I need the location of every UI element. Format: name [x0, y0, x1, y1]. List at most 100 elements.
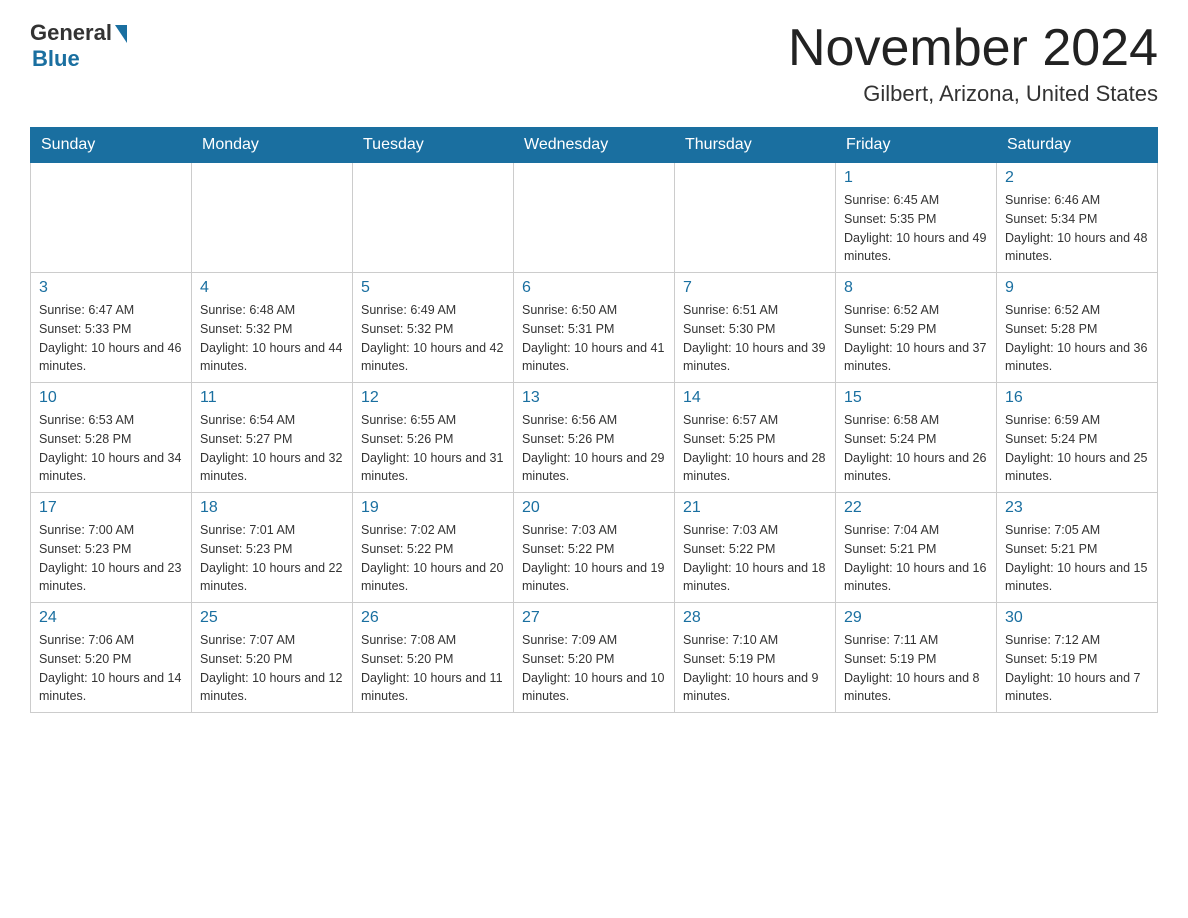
- day-info: Sunrise: 7:00 AM Sunset: 5:23 PM Dayligh…: [39, 521, 183, 596]
- day-number: 15: [844, 389, 988, 407]
- day-number: 14: [683, 389, 827, 407]
- calendar-cell: [31, 163, 192, 273]
- calendar-cell: 20 Sunrise: 7:03 AM Sunset: 5:22 PM Dayli…: [514, 493, 675, 603]
- calendar-cell: 11 Sunrise: 6:54 AM Sunset: 5:27 PM Dayli…: [192, 383, 353, 493]
- day-number: 30: [1005, 609, 1149, 627]
- calendar-day-header: Thursday: [675, 128, 836, 163]
- calendar-cell: 26 Sunrise: 7:08 AM Sunset: 5:20 PM Dayli…: [353, 603, 514, 713]
- day-info: Sunrise: 6:49 AM Sunset: 5:32 PM Dayligh…: [361, 301, 505, 376]
- calendar-cell: 8 Sunrise: 6:52 AM Sunset: 5:29 PM Daylig…: [836, 273, 997, 383]
- day-number: 7: [683, 279, 827, 297]
- calendar-cell: 17 Sunrise: 7:00 AM Sunset: 5:23 PM Dayli…: [31, 493, 192, 603]
- day-info: Sunrise: 6:47 AM Sunset: 5:33 PM Dayligh…: [39, 301, 183, 376]
- calendar-cell: 29 Sunrise: 7:11 AM Sunset: 5:19 PM Dayli…: [836, 603, 997, 713]
- day-info: Sunrise: 7:10 AM Sunset: 5:19 PM Dayligh…: [683, 631, 827, 706]
- day-number: 4: [200, 279, 344, 297]
- day-number: 2: [1005, 169, 1149, 187]
- day-info: Sunrise: 6:53 AM Sunset: 5:28 PM Dayligh…: [39, 411, 183, 486]
- day-info: Sunrise: 7:04 AM Sunset: 5:21 PM Dayligh…: [844, 521, 988, 596]
- calendar-cell: 7 Sunrise: 6:51 AM Sunset: 5:30 PM Daylig…: [675, 273, 836, 383]
- day-number: 17: [39, 499, 183, 517]
- day-number: 21: [683, 499, 827, 517]
- calendar-day-header: Wednesday: [514, 128, 675, 163]
- day-number: 10: [39, 389, 183, 407]
- calendar-cell: 22 Sunrise: 7:04 AM Sunset: 5:21 PM Dayli…: [836, 493, 997, 603]
- day-info: Sunrise: 7:08 AM Sunset: 5:20 PM Dayligh…: [361, 631, 505, 706]
- calendar-cell: 1Sunrise: 6:45 AM Sunset: 5:35 PM Daylig…: [836, 163, 997, 273]
- day-number: 5: [361, 279, 505, 297]
- day-number: 3: [39, 279, 183, 297]
- day-info: Sunrise: 7:06 AM Sunset: 5:20 PM Dayligh…: [39, 631, 183, 706]
- calendar-cell: 4Sunrise: 6:48 AM Sunset: 5:32 PM Daylig…: [192, 273, 353, 383]
- day-number: 18: [200, 499, 344, 517]
- day-info: Sunrise: 7:09 AM Sunset: 5:20 PM Dayligh…: [522, 631, 666, 706]
- day-number: 11: [200, 389, 344, 407]
- day-number: 25: [200, 609, 344, 627]
- calendar-cell: 28 Sunrise: 7:10 AM Sunset: 5:19 PM Dayli…: [675, 603, 836, 713]
- day-number: 13: [522, 389, 666, 407]
- calendar-cell: 19 Sunrise: 7:02 AM Sunset: 5:22 PM Dayli…: [353, 493, 514, 603]
- calendar-cell: 24 Sunrise: 7:06 AM Sunset: 5:20 PM Dayli…: [31, 603, 192, 713]
- calendar-cell: [514, 163, 675, 273]
- day-number: 6: [522, 279, 666, 297]
- day-number: 22: [844, 499, 988, 517]
- calendar-header-row: SundayMondayTuesdayWednesdayThursdayFrid…: [31, 128, 1158, 163]
- logo-blue-text: Blue: [30, 46, 80, 72]
- calendar-day-header: Sunday: [31, 128, 192, 163]
- day-info: Sunrise: 6:46 AM Sunset: 5:34 PM Dayligh…: [1005, 191, 1149, 266]
- calendar-cell: 30 Sunrise: 7:12 AM Sunset: 5:19 PM Dayli…: [997, 603, 1158, 713]
- day-number: 26: [361, 609, 505, 627]
- day-info: Sunrise: 6:55 AM Sunset: 5:26 PM Dayligh…: [361, 411, 505, 486]
- day-number: 24: [39, 609, 183, 627]
- calendar-cell: 5 Sunrise: 6:49 AM Sunset: 5:32 PM Daylig…: [353, 273, 514, 383]
- day-number: 27: [522, 609, 666, 627]
- calendar-cell: 25 Sunrise: 7:07 AM Sunset: 5:20 PM Dayli…: [192, 603, 353, 713]
- calendar-table: SundayMondayTuesdayWednesdayThursdayFrid…: [30, 127, 1158, 713]
- day-number: 8: [844, 279, 988, 297]
- day-info: Sunrise: 7:11 AM Sunset: 5:19 PM Dayligh…: [844, 631, 988, 706]
- day-number: 23: [1005, 499, 1149, 517]
- day-number: 12: [361, 389, 505, 407]
- day-info: Sunrise: 6:50 AM Sunset: 5:31 PM Dayligh…: [522, 301, 666, 376]
- calendar-cell: 18 Sunrise: 7:01 AM Sunset: 5:23 PM Dayli…: [192, 493, 353, 603]
- calendar-week-row: 10 Sunrise: 6:53 AM Sunset: 5:28 PM Dayli…: [31, 383, 1158, 493]
- day-info: Sunrise: 6:57 AM Sunset: 5:25 PM Dayligh…: [683, 411, 827, 486]
- day-number: 1: [844, 169, 988, 187]
- day-info: Sunrise: 7:12 AM Sunset: 5:19 PM Dayligh…: [1005, 631, 1149, 706]
- calendar-cell: 15 Sunrise: 6:58 AM Sunset: 5:24 PM Dayli…: [836, 383, 997, 493]
- day-info: Sunrise: 7:07 AM Sunset: 5:20 PM Dayligh…: [200, 631, 344, 706]
- logo-general-text: General: [30, 20, 112, 46]
- day-info: Sunrise: 6:52 AM Sunset: 5:29 PM Dayligh…: [844, 301, 988, 376]
- day-number: 16: [1005, 389, 1149, 407]
- calendar-cell: 12 Sunrise: 6:55 AM Sunset: 5:26 PM Dayli…: [353, 383, 514, 493]
- day-info: Sunrise: 7:03 AM Sunset: 5:22 PM Dayligh…: [683, 521, 827, 596]
- calendar-cell: 6 Sunrise: 6:50 AM Sunset: 5:31 PM Daylig…: [514, 273, 675, 383]
- logo: General Blue: [30, 20, 127, 72]
- day-info: Sunrise: 7:02 AM Sunset: 5:22 PM Dayligh…: [361, 521, 505, 596]
- day-info: Sunrise: 6:51 AM Sunset: 5:30 PM Dayligh…: [683, 301, 827, 376]
- day-info: Sunrise: 6:54 AM Sunset: 5:27 PM Dayligh…: [200, 411, 344, 486]
- day-info: Sunrise: 7:01 AM Sunset: 5:23 PM Dayligh…: [200, 521, 344, 596]
- day-info: Sunrise: 6:56 AM Sunset: 5:26 PM Dayligh…: [522, 411, 666, 486]
- calendar-cell: 9Sunrise: 6:52 AM Sunset: 5:28 PM Daylig…: [997, 273, 1158, 383]
- calendar-cell: [192, 163, 353, 273]
- day-info: Sunrise: 6:58 AM Sunset: 5:24 PM Dayligh…: [844, 411, 988, 486]
- location-text: Gilbert, Arizona, United States: [788, 81, 1158, 107]
- day-info: Sunrise: 7:03 AM Sunset: 5:22 PM Dayligh…: [522, 521, 666, 596]
- calendar-week-row: 1Sunrise: 6:45 AM Sunset: 5:35 PM Daylig…: [31, 163, 1158, 273]
- day-info: Sunrise: 7:05 AM Sunset: 5:21 PM Dayligh…: [1005, 521, 1149, 596]
- calendar-cell: 13 Sunrise: 6:56 AM Sunset: 5:26 PM Dayli…: [514, 383, 675, 493]
- calendar-week-row: 3 Sunrise: 6:47 AM Sunset: 5:33 PM Daylig…: [31, 273, 1158, 383]
- day-number: 28: [683, 609, 827, 627]
- logo-arrow-icon: [115, 25, 127, 43]
- calendar-cell: 2 Sunrise: 6:46 AM Sunset: 5:34 PM Daylig…: [997, 163, 1158, 273]
- calendar-cell: [353, 163, 514, 273]
- calendar-day-header: Friday: [836, 128, 997, 163]
- calendar-day-header: Monday: [192, 128, 353, 163]
- title-section: November 2024 Gilbert, Arizona, United S…: [788, 20, 1158, 107]
- day-number: 20: [522, 499, 666, 517]
- day-number: 19: [361, 499, 505, 517]
- calendar-cell: 16Sunrise: 6:59 AM Sunset: 5:24 PM Dayli…: [997, 383, 1158, 493]
- day-number: 29: [844, 609, 988, 627]
- calendar-cell: 21 Sunrise: 7:03 AM Sunset: 5:22 PM Dayli…: [675, 493, 836, 603]
